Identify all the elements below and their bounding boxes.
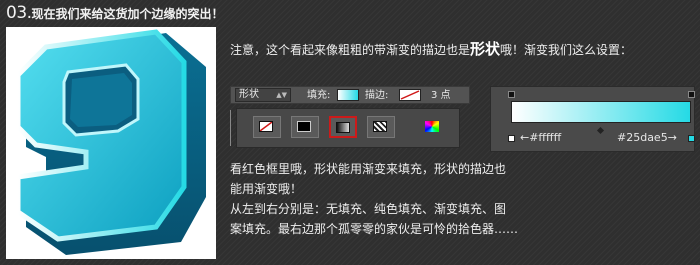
explanation-line-3: 从左到右分别是：无填充、纯色填充、渐变填充、图 — [230, 202, 507, 216]
pattern-fill-icon — [373, 121, 387, 132]
chevron-updown-icon: ▲▼ — [276, 91, 287, 99]
gradient-fill-button[interactable] — [329, 116, 357, 138]
mode-select-value: 形状 — [239, 89, 259, 100]
intro-after: 哦！渐变我们这么设置： — [500, 43, 633, 57]
explanation-line-1: 看红色框里哦，形状能用渐变来填充，形状的描边也 — [230, 162, 507, 176]
gradient-bar[interactable] — [511, 101, 691, 123]
explanation-line-4: 案填充。最右边那个孤零零的家伙是可怜的拾色器…… — [230, 222, 519, 236]
fill-swatch[interactable] — [337, 89, 359, 101]
pattern-fill-button[interactable] — [367, 116, 395, 138]
color-stop-right[interactable] — [688, 135, 695, 142]
options-bar: 形状 ▲▼ 填充: 描边: 3 点 — [230, 86, 470, 104]
color-stop-left[interactable] — [508, 135, 515, 142]
start-color-label: ←#ffffff — [520, 131, 562, 144]
intro-emphasis: 形状 — [470, 40, 501, 58]
none-fill-button[interactable] — [253, 116, 281, 138]
number-nine-artwork — [15, 29, 206, 255]
step-heading: 03.现在我们来给这货加个边缘的突出！ — [6, 3, 224, 25]
end-color-label: #25dae5→ — [617, 131, 677, 144]
none-fill-icon — [259, 121, 273, 132]
artwork-preview — [6, 27, 216, 259]
stroke-label: 描边: — [365, 90, 389, 101]
explanation-text: 看红色框里哦，形状能用渐变来填充，形状的描边也 能用渐变哦！ 从左到右分别是：无… — [230, 159, 550, 239]
intro-text: 注意，这个看起来像粗粗的带渐变的描边也是形状哦！渐变我们这么设置： — [230, 38, 632, 59]
step-title: 现在我们来给这货加个边缘的突出！ — [31, 7, 224, 21]
stroke-width-value[interactable]: 3 点 — [431, 89, 451, 102]
no-color-slash-icon — [400, 90, 420, 100]
solid-fill-icon — [297, 121, 311, 132]
color-picker-button[interactable] — [421, 116, 443, 138]
color-picker-icon — [425, 121, 439, 132]
no-color-slash-icon — [260, 122, 272, 131]
stroke-swatch[interactable] — [399, 89, 421, 101]
explanation-line-2: 能用渐变哦！ — [230, 182, 303, 196]
intro-before: 注意，这个看起来像粗粗的带渐变的描边也是 — [230, 43, 471, 57]
panel-edge — [230, 110, 235, 146]
opacity-stop-left[interactable] — [508, 91, 515, 98]
solid-fill-button[interactable] — [291, 116, 319, 138]
step-number: 03. — [6, 3, 32, 23]
fill-type-popup — [236, 108, 460, 148]
opacity-stop-right[interactable] — [688, 91, 695, 98]
mode-select[interactable]: 形状 ▲▼ — [235, 88, 291, 102]
fill-label: 填充: — [307, 90, 331, 101]
gradient-fill-icon — [336, 122, 350, 133]
shape-options-panel: 形状 ▲▼ 填充: 描边: 3 点 — [230, 86, 470, 150]
